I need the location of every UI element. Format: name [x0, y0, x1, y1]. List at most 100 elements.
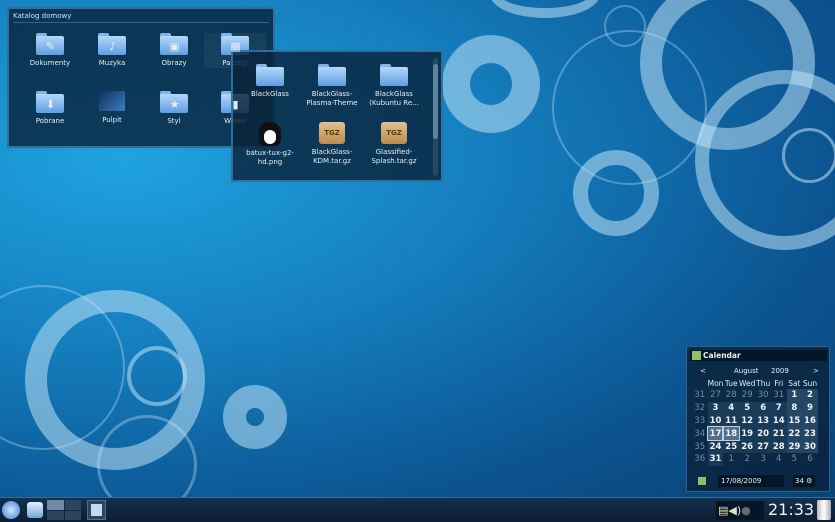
calendar-day[interactable]: 4	[723, 401, 740, 415]
calendar-day[interactable]: 31	[771, 389, 787, 402]
file-item[interactable]: BlackGlass	[239, 64, 301, 99]
calendar-day[interactable]: 28	[770, 440, 787, 453]
item-label: batux-tux-g2-hd.png	[246, 149, 294, 166]
calendar-day[interactable]: 20	[755, 427, 771, 441]
file-item[interactable]: TGZ BlackGlass-KDM.tar.gz	[301, 122, 363, 166]
calendar-day[interactable]: 25	[723, 440, 740, 453]
year-label[interactable]: 2009	[771, 367, 789, 375]
item-label: BlackGlass-KDM.tar.gz	[311, 148, 353, 165]
calendar-day[interactable]: 21	[770, 427, 787, 441]
weekday-header: Mon	[707, 378, 724, 388]
calendar-day[interactable]: 9	[802, 401, 818, 415]
week-spinbox[interactable]: 34 ⚙	[793, 475, 815, 487]
calendar-day[interactable]: 16	[802, 414, 818, 428]
desktop-3[interactable]	[47, 510, 64, 520]
trash-icon[interactable]	[817, 500, 831, 520]
calendar-day[interactable]: 1	[786, 389, 803, 402]
date-input[interactable]: 17/08/2009	[718, 475, 784, 487]
calendar-header: Calendar	[690, 350, 827, 361]
calendar-day[interactable]: 3	[707, 401, 724, 415]
calendar-day[interactable]: 15	[786, 414, 803, 428]
calendar-day[interactable]: 1	[723, 453, 739, 466]
calendar-day[interactable]: 2	[739, 453, 755, 466]
prev-month-button[interactable]: <	[700, 367, 706, 375]
calendar-grid: Mon Tue Wed Thu Fri Sat Sun 31 27 28 29 30 31 1 2 32 3 4 5…	[692, 377, 818, 466]
system-monitor-icon[interactable]	[27, 502, 43, 518]
folder-item[interactable]: ★ Styl	[143, 91, 205, 126]
calendar-day[interactable]: 5	[787, 453, 803, 466]
folder-music-icon: ♪	[98, 33, 126, 55]
calendar-day[interactable]: 8	[786, 401, 803, 415]
folder-item[interactable]: ✎ Dokumenty	[19, 33, 81, 68]
calendar-day[interactable]: 30	[755, 389, 771, 402]
calendar-day[interactable]: 5	[739, 401, 756, 415]
file-item[interactable]: TGZ Glassified-Splash.tar.gz	[363, 122, 425, 166]
desktop-4[interactable]	[64, 510, 81, 520]
calendar-day[interactable]: 6	[802, 453, 818, 466]
calendar-day[interactable]: 6	[755, 401, 771, 415]
folder-item[interactable]: ⬇ Pobrane	[19, 91, 81, 126]
next-month-button[interactable]: >	[813, 367, 819, 375]
week-number: 35	[694, 441, 706, 452]
calendar-day[interactable]: 31	[707, 452, 724, 466]
system-tray: ▤◀)●	[716, 501, 764, 520]
calendar-day[interactable]: 19	[739, 427, 756, 441]
calendar-day[interactable]: 30	[802, 440, 818, 453]
file-item[interactable]: BlackGlass-Plasma-Theme	[301, 64, 363, 108]
show-desktop-button[interactable]	[87, 500, 106, 520]
week-number: 32	[694, 403, 706, 414]
folder-item[interactable]: ♪ Muzyka	[81, 33, 143, 68]
calendar-day[interactable]: 4	[771, 453, 787, 466]
file-item[interactable]: BlackGlass (Kubuntu Re...	[363, 64, 425, 108]
calendar-day[interactable]: 3	[755, 453, 771, 466]
calendar-day[interactable]: 22	[786, 427, 803, 441]
weekday-header: Sat	[788, 378, 801, 388]
folder-icon	[256, 64, 284, 86]
item-label: Pulpit	[102, 116, 122, 124]
week-number: 36	[694, 454, 706, 465]
pager[interactable]	[47, 500, 81, 520]
calendar-day[interactable]: 29	[786, 440, 803, 453]
kickoff-menu-button[interactable]	[2, 501, 20, 519]
month-label[interactable]: August	[734, 367, 759, 375]
volume-icon[interactable]: ◀)	[728, 504, 741, 517]
scrollbar[interactable]	[433, 58, 438, 176]
calendar-day[interactable]: 27	[755, 440, 771, 453]
clipboard-icon[interactable]: ▤	[718, 504, 728, 517]
archive-icon: TGZ	[381, 122, 407, 144]
calendar-day[interactable]: 10	[707, 414, 724, 428]
calendar-day[interactable]: 13	[755, 414, 771, 428]
calendar-day[interactable]: 27	[708, 389, 724, 402]
desktop-2[interactable]	[64, 500, 81, 510]
calendar-day[interactable]: 11	[723, 414, 740, 428]
today-icon[interactable]	[698, 477, 706, 485]
calendar-day[interactable]: 26	[739, 440, 756, 453]
calendar-day[interactable]: 2	[802, 389, 818, 402]
calendar-day[interactable]: 7	[770, 401, 787, 415]
folder-view-title: Katalog domowy	[13, 12, 72, 20]
calendar-day[interactable]: 28	[723, 389, 739, 402]
desktop-1[interactable]	[47, 500, 64, 510]
tux-image-icon	[259, 122, 281, 146]
calendar-day[interactable]: 29	[739, 389, 755, 402]
folder-item[interactable]: Pulpit	[81, 91, 143, 125]
calendar-day[interactable]: 18	[722, 426, 740, 442]
item-label: Muzyka	[98, 59, 126, 67]
item-label: BlackGlass	[251, 90, 289, 98]
taskbar-panel: ▤◀)● 21:33	[0, 497, 835, 522]
network-icon[interactable]: ●	[741, 504, 751, 517]
item-label: Styl	[167, 117, 181, 125]
spin-icon[interactable]: ⚙	[806, 477, 812, 485]
calendar-day[interactable]: 14	[770, 414, 787, 428]
folder-item[interactable]: ▣ Obrazy	[143, 33, 205, 68]
weekday-header: Wed	[739, 378, 756, 388]
calendar-day[interactable]: 12	[739, 414, 756, 428]
item-label: BlackGlass (Kubuntu Re...	[369, 90, 419, 107]
calendar-day[interactable]: 24	[707, 440, 724, 453]
digital-clock[interactable]: 21:33	[768, 500, 814, 519]
weekday-header: Tue	[724, 378, 738, 388]
calendar-day[interactable]: 23	[802, 427, 818, 441]
calendar-day[interactable]: 17	[706, 426, 725, 442]
file-item[interactable]: batux-tux-g2-hd.png	[239, 122, 301, 167]
week-number: 33	[694, 415, 706, 426]
